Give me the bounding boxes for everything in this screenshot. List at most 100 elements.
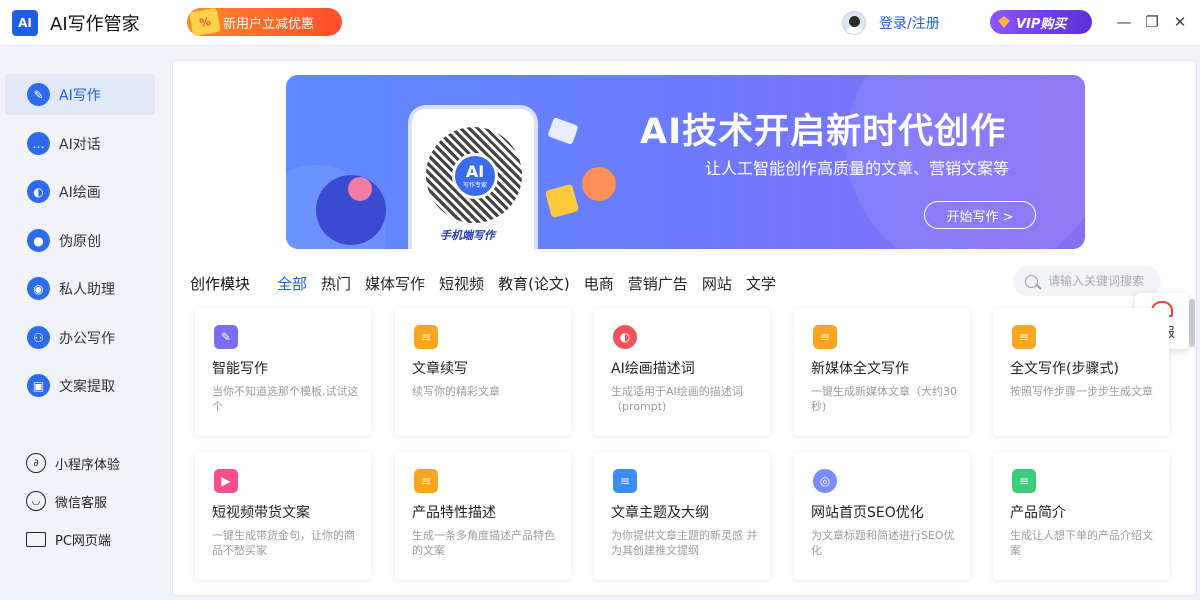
sidebar-item-label: AI对话	[59, 137, 101, 153]
document-icon: ≡	[414, 325, 438, 349]
phone-illustration: AI 写作专家 手机端写作	[408, 105, 538, 249]
tab-website[interactable]: 网站	[702, 273, 732, 294]
sidebar-item-label: AI写作	[59, 88, 101, 104]
card-description: 按照写作步骤一步步生成文章	[1010, 385, 1153, 398]
tab-hot[interactable]: 热门	[321, 273, 351, 294]
sidebar-item-ai-painting[interactable]: ◐ AI绘画	[5, 171, 155, 212]
banner-title: AI技术开启新时代创作	[640, 112, 1007, 152]
card-title: 全文写作(步骤式)	[1010, 361, 1119, 377]
template-card[interactable]: ≡ 全文写作(步骤式) 按照写作步骤一步步生成文章	[993, 308, 1169, 436]
sidebar-link-miniprogram[interactable]: ∂ 小程序体验	[26, 452, 120, 474]
person-head-illustration	[348, 177, 372, 201]
template-card[interactable]: ◐ AI绘画描述词 生成适用于AI绘画的描述词（prompt)	[594, 308, 770, 436]
sidebar-item-ai-chat[interactable]: … AI对话	[5, 123, 155, 164]
stacked-docs-icon: ≡	[414, 469, 438, 493]
sidebar-link-pc-web[interactable]: PC网页端	[26, 528, 111, 550]
palette-icon: ◐	[27, 180, 50, 203]
user-avatar[interactable]	[842, 11, 866, 35]
search-icon	[1025, 274, 1038, 288]
sidebar-item-label: 办公写作	[59, 331, 115, 347]
running-person-illustration	[582, 167, 616, 201]
tab-ecommerce[interactable]: 电商	[584, 273, 614, 294]
search-input[interactable]	[1048, 274, 1158, 288]
start-writing-button[interactable]: 开始写作 >	[924, 201, 1036, 229]
outline-doc-icon: ≡	[613, 469, 637, 493]
category-tabs: 全部 热门 媒体写作 短视频 教育(论文) 电商 营销广告 网站 文学	[277, 273, 790, 294]
card-title: 产品特性描述	[412, 505, 496, 521]
phone-caption: 手机端写作	[440, 229, 495, 242]
login-register-link[interactable]: 登录/注册	[879, 13, 940, 33]
title-bar: AI AI写作管家 % 新用户立减优惠 登录/注册 VIP购买 — ❐ ✕	[0, 0, 1200, 46]
vip-purchase-button[interactable]: VIP购买	[990, 10, 1092, 34]
template-card[interactable]: ≡ 产品简介 生成让人想下单的产品介绍文案	[993, 452, 1169, 580]
card-description: 为文章标题和简述进行SEO优化	[811, 529, 955, 557]
tab-all[interactable]: 全部	[277, 273, 307, 294]
wechat-icon: ◡	[26, 491, 46, 511]
sidebar-item-personal-assistant[interactable]: ◉ 私人助理	[5, 268, 155, 309]
location-icon: ●	[27, 229, 50, 252]
coupon-icon: %	[189, 7, 221, 37]
tab-marketing-ads[interactable]: 营销广告	[628, 273, 688, 294]
card-description: 为你提供文章主题的新灵感 并为其创建推文提纲	[611, 529, 758, 557]
category-title: 创作模块	[190, 275, 251, 293]
document-icon: ≡	[813, 325, 837, 349]
card-description: 一键生成带货金句，让你的商品不愁买家	[212, 529, 355, 557]
tab-media-writing[interactable]: 媒体写作	[365, 273, 425, 294]
vip-label: VIP购买	[1016, 16, 1067, 32]
chat-icon: …	[27, 132, 50, 155]
edit-doc-icon: ✎	[214, 325, 238, 349]
minimize-button[interactable]: —	[1114, 12, 1134, 32]
palette-icon: ◐	[613, 325, 637, 349]
template-card[interactable]: ✎ 智能写作 当你不知道选那个模板,试试这个	[195, 308, 371, 436]
sidebar-item-label: 文案提取	[59, 379, 115, 395]
app-title: AI写作管家	[50, 14, 140, 35]
promo-banner[interactable]: AI 写作专家 手机端写作 AI技术开启新时代创作 让人工智能创作高质量的文章、…	[286, 75, 1085, 249]
paper-illustration	[547, 117, 579, 145]
card-title: 文章续写	[412, 361, 468, 377]
card-title: 文章主题及大纲	[611, 505, 709, 521]
promo-label: 新用户立减优惠	[223, 16, 315, 32]
sidebar-item-copy-extraction[interactable]: ▣ 文案提取	[5, 365, 155, 406]
sidebar-link-label: 小程序体验	[55, 457, 121, 473]
planet-icon: ◎	[813, 469, 837, 493]
sidebar-item-ai-writing[interactable]: ✎ AI写作	[5, 74, 155, 115]
people-icon: ⚇	[27, 326, 50, 349]
sidebar-link-wechat-service[interactable]: ◡ 微信客服	[26, 490, 107, 512]
template-card[interactable]: ≡ 产品特性描述 生成一条多角度描述产品特色的文案	[395, 452, 571, 580]
card-title: 产品简介	[1010, 505, 1066, 521]
card-title: 新媒体全文写作	[811, 361, 909, 377]
miniprogram-icon: ∂	[26, 453, 46, 473]
tab-short-video[interactable]: 短视频	[439, 273, 484, 294]
monitor-icon	[26, 531, 46, 547]
search-box[interactable]	[1013, 266, 1161, 296]
template-card[interactable]: ◎ 网站首页SEO优化 为文章标题和简述进行SEO优化	[794, 452, 970, 580]
document-icon: ≡	[1012, 325, 1036, 349]
pen-icon: ✎	[27, 83, 50, 106]
new-user-promo-button[interactable]: % 新用户立减优惠	[187, 7, 342, 37]
sidebar: ✎ AI写作 … AI对话 ◐ AI绘画 ● 伪原创 ◉ 私人助理 ⚇ 办公写作…	[0, 58, 165, 600]
sidebar-item-office-writing[interactable]: ⚇ 办公写作	[5, 317, 155, 358]
card-description: 续写你的精彩文章	[412, 385, 500, 398]
card-title: 网站首页SEO优化	[811, 505, 924, 521]
scrollbar-thumb[interactable]	[1189, 299, 1195, 347]
card-description: 生成适用于AI绘画的描述词（prompt)	[611, 385, 743, 413]
close-button[interactable]: ✕	[1170, 12, 1190, 32]
card-description: 一键生成新媒体文章（大约30秒)	[811, 385, 957, 413]
template-card[interactable]: ≡ 文章续写 续写你的精彩文章	[395, 308, 571, 436]
app-logo: AI	[12, 10, 38, 36]
qr-center-text: AI	[465, 161, 485, 181]
card-description: 生成一条多角度描述产品特色的文案	[412, 529, 555, 557]
template-card[interactable]: ▶ 短视频带货文案 一键生成带货金句，让你的商品不愁买家	[195, 452, 371, 580]
template-card[interactable]: ≡ 文章主题及大纲 为你提供文章主题的新灵感 并为其创建推文提纲	[594, 452, 770, 580]
robot-icon: ◉	[27, 277, 50, 300]
tab-education[interactable]: 教育(论文)	[498, 273, 570, 294]
tab-literature[interactable]: 文学	[746, 273, 776, 294]
template-card[interactable]: ≡ 新媒体全文写作 一键生成新媒体文章（大约30秒)	[794, 308, 970, 436]
card-description: 生成让人想下单的产品介绍文案	[1010, 529, 1153, 557]
restore-button[interactable]: ❐	[1142, 12, 1162, 32]
card-title: AI绘画描述词	[611, 361, 695, 377]
card-title: 短视频带货文案	[212, 505, 310, 521]
qr-center-logo: AI 写作专家	[452, 153, 498, 199]
sidebar-item-pseudo-original[interactable]: ● 伪原创	[5, 220, 155, 261]
sidebar-link-label: PC网页端	[55, 533, 111, 549]
